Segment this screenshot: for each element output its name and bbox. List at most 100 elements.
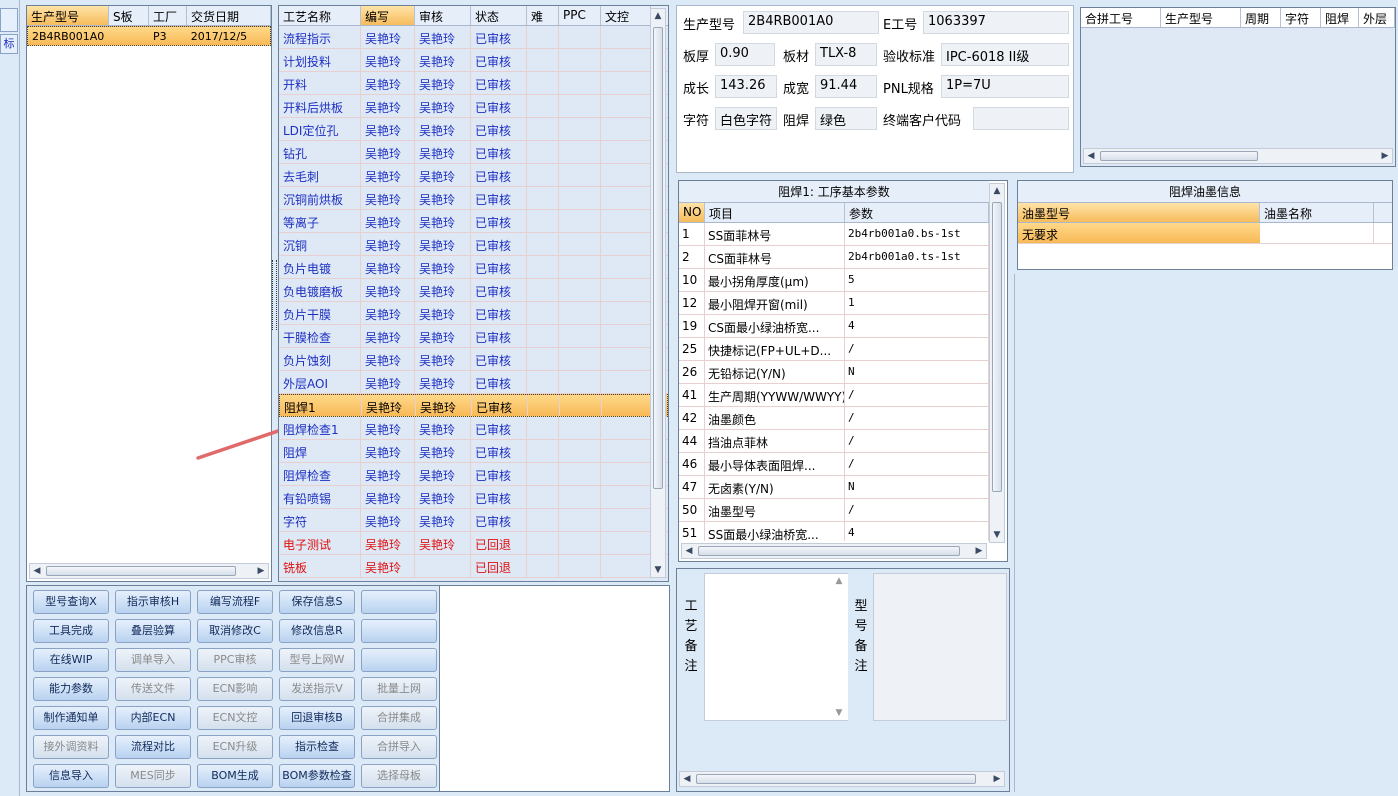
param-row[interactable]: 42 油墨颜色 / (679, 407, 989, 430)
param-row[interactable]: 10 最小拐角厚度(μm) 5 (679, 269, 989, 292)
model-field[interactable]: 2B4RB001A0 (743, 11, 879, 34)
col-item[interactable]: 项目 (705, 203, 845, 222)
process-row[interactable]: 阻焊 吴艳玲 吴艳玲 已审核 (279, 440, 668, 463)
process-row[interactable]: 钻孔 吴艳玲 吴艳玲 已审核 (279, 141, 668, 164)
col-merge-cycle[interactable]: 周期 (1241, 8, 1281, 27)
param-row[interactable]: 47 无卤素(Y/N) N (679, 476, 989, 499)
param-row[interactable]: 44 挡油点菲林 / (679, 430, 989, 453)
action-button-0-3[interactable]: 保存信息S (279, 590, 355, 614)
action-button-3-2[interactable]: ECN影响 (197, 677, 273, 701)
process-row[interactable]: 阻焊检查1 吴艳玲 吴艳玲 已审核 (279, 417, 668, 440)
col-factory[interactable]: 工厂 (149, 6, 187, 25)
thickness-field[interactable]: 0.90 (715, 43, 775, 66)
action-button-1-0[interactable]: 工具完成 (33, 619, 109, 643)
action-button-3-1[interactable]: 传送文件 (115, 677, 191, 701)
action-button-4-4[interactable]: 合拼集成 (361, 706, 437, 730)
action-button-5-3[interactable]: 指示检查 (279, 735, 355, 759)
col-merge-char[interactable]: 字符 (1281, 8, 1321, 27)
scroll-left-icon[interactable]: ◀ (30, 564, 44, 578)
action-button-4-1[interactable]: 内部ECN (115, 706, 191, 730)
material-field[interactable]: TLX-8 (815, 43, 877, 66)
process-row[interactable]: 负片电镀 吴艳玲 吴艳玲 已审核 (279, 256, 668, 279)
action-button-5-0[interactable]: 接外调资料 (33, 735, 109, 759)
process-row[interactable]: 电子测试 吴艳玲 吴艳玲 已回退 (279, 532, 668, 555)
col-process-name[interactable]: 工艺名称 (279, 6, 361, 25)
action-button-6-0[interactable]: 信息导入 (33, 764, 109, 788)
process-row[interactable]: 开料后烘板 吴艳玲 吴艳玲 已审核 (279, 95, 668, 118)
col-difficulty[interactable]: 难 (527, 6, 559, 25)
left-edge-button-top[interactable] (0, 8, 18, 32)
col-delivery-date[interactable]: 交货日期 (187, 6, 271, 25)
process-row[interactable]: 去毛刺 吴艳玲 吴艳玲 已审核 (279, 164, 668, 187)
param-row[interactable]: 2 CS面菲林号 2b4rb001a0.ts-1st (679, 246, 989, 269)
action-button-6-3[interactable]: BOM参数检查 (279, 764, 355, 788)
action-button-6-4[interactable]: 选择母板 (361, 764, 437, 788)
left-edge-button-label[interactable]: 标 (0, 34, 18, 54)
param-row[interactable]: 41 生产周期(YYWW/WWYY) / (679, 384, 989, 407)
col-merge-mask[interactable]: 阻焊 (1321, 8, 1359, 27)
param-row[interactable]: 50 油墨型号 / (679, 499, 989, 522)
action-button-5-4[interactable]: 合拼导入 (361, 735, 437, 759)
merge-grid-hscroll[interactable]: ◀ ▶ (1083, 148, 1393, 164)
action-button-1-2[interactable]: 取消修改C (197, 619, 273, 643)
customer-field[interactable] (973, 107, 1069, 130)
char-field[interactable]: 白色字符 (715, 107, 777, 130)
mask-field[interactable]: 绿色 (815, 107, 877, 130)
action-button-0-4[interactable] (361, 590, 437, 614)
col-param[interactable]: 参数 (845, 203, 989, 222)
process-row[interactable]: 沉铜 吴艳玲 吴艳玲 已审核 (279, 233, 668, 256)
remarks-hscroll[interactable]: ◀ ▶ (679, 771, 1005, 787)
process-row[interactable]: 开料 吴艳玲 吴艳玲 已审核 (279, 72, 668, 95)
process-row[interactable]: 负电镀磨板 吴艳玲 吴艳玲 已审核 (279, 279, 668, 302)
param-row[interactable]: 12 最小阻焊开窗(mil) 1 (679, 292, 989, 315)
model-remark-textarea[interactable] (873, 573, 1007, 721)
scroll-left-icon[interactable]: ◀ (682, 544, 696, 558)
scroll-left-icon[interactable]: ◀ (680, 772, 694, 786)
process-row[interactable]: 外层AOI 吴艳玲 吴艳玲 已审核 (279, 371, 668, 394)
process-remark-textarea[interactable] (704, 573, 848, 721)
process-row[interactable]: 流程指示 吴艳玲 吴艳玲 已审核 (279, 26, 668, 49)
standard-field[interactable]: IPC-6018 II级 (941, 43, 1069, 66)
action-button-0-2[interactable]: 编写流程F (197, 590, 273, 614)
action-button-0-0[interactable]: 型号查询X (33, 590, 109, 614)
col-writer[interactable]: 编写 (361, 6, 415, 25)
process-row[interactable]: 沉铜前烘板 吴艳玲 吴艳玲 已审核 (279, 187, 668, 210)
col-ppc[interactable]: PPC (559, 6, 601, 25)
process-row[interactable]: 字符 吴艳玲 吴艳玲 已审核 (279, 509, 668, 532)
action-button-3-4[interactable]: 批量上网 (361, 677, 437, 701)
col-ink-name[interactable]: 油墨名称 (1260, 203, 1374, 222)
scroll-down-icon[interactable]: ▼ (832, 706, 846, 720)
process-row[interactable]: 干膜检查 吴艳玲 吴艳玲 已审核 (279, 325, 668, 348)
process-row[interactable]: 负片蚀刻 吴艳玲 吴艳玲 已审核 (279, 348, 668, 371)
param-row[interactable]: 26 无铅标记(Y/N) N (679, 361, 989, 384)
e-number-field[interactable]: 1063397 (923, 11, 1069, 34)
process-row[interactable]: 有铅喷锡 吴艳玲 吴艳玲 已审核 (279, 486, 668, 509)
param-row[interactable]: 25 快捷标记(FP+UL+D... / (679, 338, 989, 361)
col-ink-model[interactable]: 油墨型号 (1018, 203, 1260, 222)
scroll-down-icon[interactable]: ▼ (651, 563, 665, 577)
action-button-3-0[interactable]: 能力参数 (33, 677, 109, 701)
action-button-6-2[interactable]: BOM生成 (197, 764, 273, 788)
action-button-6-1[interactable]: MES同步 (115, 764, 191, 788)
scroll-up-icon[interactable]: ▲ (832, 574, 846, 588)
action-button-1-4[interactable] (361, 619, 437, 643)
scroll-right-icon[interactable]: ▶ (254, 564, 268, 578)
process-row[interactable]: 铣板 吴艳玲 已回退 (279, 555, 668, 578)
params-hscroll[interactable]: ◀ ▶ (681, 543, 987, 559)
scroll-right-icon[interactable]: ▶ (972, 544, 986, 558)
ink-row[interactable]: 无要求 (1018, 223, 1392, 244)
process-row[interactable]: LDI定位孔 吴艳玲 吴艳玲 已审核 (279, 118, 668, 141)
action-button-4-3[interactable]: 回退审核B (279, 706, 355, 730)
length-field[interactable]: 143.26 (715, 75, 777, 98)
process-row[interactable]: 负片干膜 吴艳玲 吴艳玲 已审核 (279, 302, 668, 325)
action-button-2-1[interactable]: 调单导入 (115, 648, 191, 672)
param-row[interactable]: 19 CS面最小绿油桥宽... 4 (679, 315, 989, 338)
splitter-handle[interactable] (272, 260, 277, 330)
action-button-5-1[interactable]: 流程对比 (115, 735, 191, 759)
col-reviewer[interactable]: 审核 (415, 6, 471, 25)
param-row[interactable]: 46 最小导体表面阻焊... / (679, 453, 989, 476)
scroll-down-icon[interactable]: ▼ (990, 528, 1004, 542)
action-button-0-1[interactable]: 指示审核H (115, 590, 191, 614)
width-field[interactable]: 91.44 (815, 75, 877, 98)
col-status[interactable]: 状态 (471, 6, 527, 25)
